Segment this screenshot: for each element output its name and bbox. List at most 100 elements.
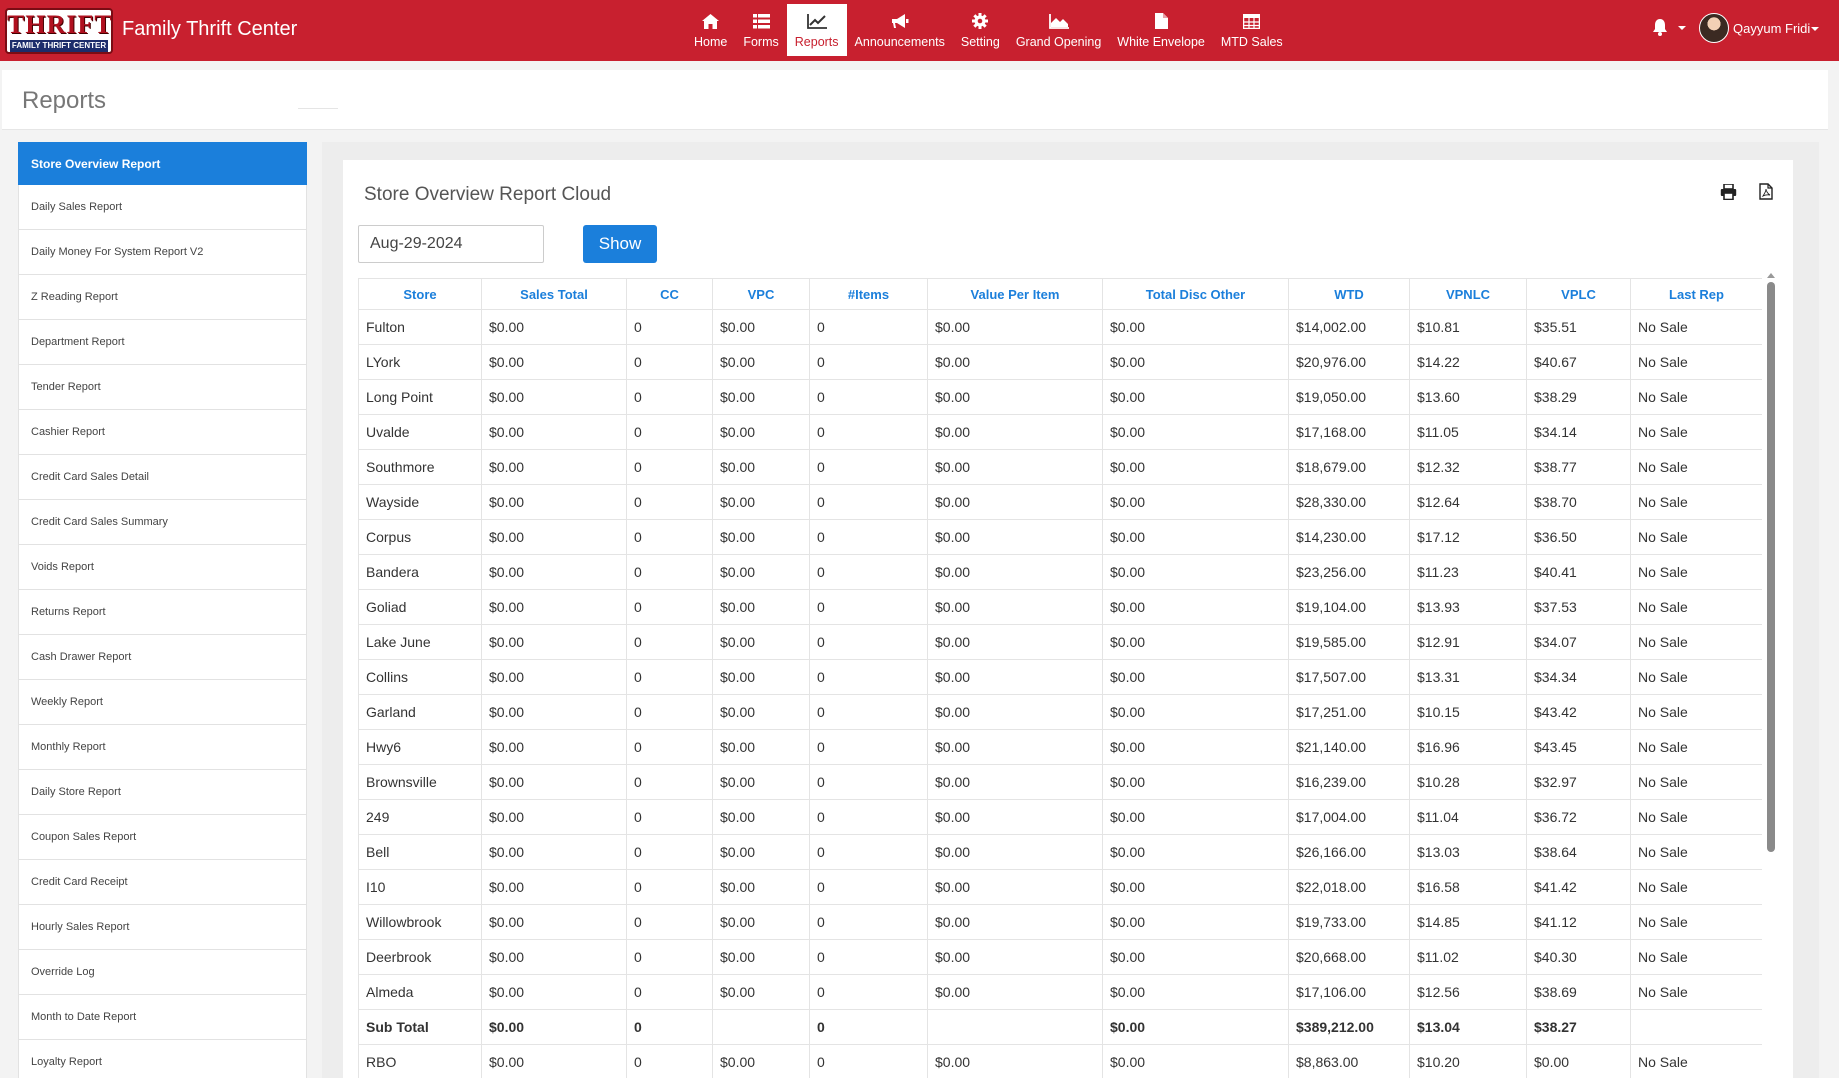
table-cell: $0.00	[712, 869, 810, 905]
nav-reports[interactable]: Reports	[786, 4, 847, 56]
column-header[interactable]: Total Disc Other	[1102, 278, 1289, 310]
table-cell: $19,733.00	[1288, 904, 1410, 940]
table-cell: No Sale	[1630, 414, 1762, 450]
nav-setting[interactable]: Setting	[953, 4, 1008, 56]
print-icon[interactable]	[1720, 183, 1737, 205]
table-row: Long Point $0.00 0 $0.00 0 $0.00 $0.00 $19,050.…	[358, 379, 1762, 415]
sidebar-item[interactable]: Z Reading Report	[18, 275, 307, 320]
table-header-row: Store Sales Total CC VPC #Items Value Per Ite…	[358, 278, 1762, 310]
column-header[interactable]: Sales Total	[481, 278, 627, 310]
table-row: Wayside $0.00 0 $0.00 0 $0.00 $0.00 $28,330.00 $…	[358, 484, 1762, 520]
table-cell: No Sale	[1630, 344, 1762, 380]
table-row: Brownsville $0.00 0 $0.00 0 $0.00 $0.00 $16,239…	[358, 764, 1762, 800]
table-cell: $0.00	[1102, 834, 1289, 870]
table-cell: $13.31	[1409, 659, 1527, 695]
table-cell: $0.00	[712, 729, 810, 765]
table-cell: $0.00	[481, 729, 627, 765]
table-cell: $16,239.00	[1288, 764, 1410, 800]
column-header[interactable]: VPNLC	[1409, 278, 1527, 310]
column-header[interactable]: VPC	[712, 278, 810, 310]
sidebar-item[interactable]: Cash Drawer Report	[18, 635, 307, 680]
column-header[interactable]: #Items	[809, 278, 928, 310]
table-cell: 0	[626, 414, 713, 450]
user-menu-caret-icon[interactable]	[1811, 27, 1819, 31]
table-cell: 0	[809, 694, 928, 730]
scroll-up-arrow-icon[interactable]	[1767, 273, 1775, 278]
user-name[interactable]: Qayyum Fridi	[1733, 21, 1810, 36]
scrollbar-thumb[interactable]	[1767, 282, 1775, 852]
column-header[interactable]: CC	[626, 278, 713, 310]
table-cell: 0	[626, 589, 713, 625]
pdf-icon[interactable]	[1759, 183, 1773, 205]
nav-white-envelope[interactable]: White Envelope	[1109, 4, 1213, 56]
table-cell: 0	[626, 729, 713, 765]
sidebar-item[interactable]: Voids Report	[18, 545, 307, 590]
sidebar-item[interactable]: Hourly Sales Report	[18, 905, 307, 950]
table-row: Garland $0.00 0 $0.00 0 $0.00 $0.00 $17,251.00 $…	[358, 694, 1762, 730]
table-cell: $0.00	[1102, 694, 1289, 730]
nav-forms[interactable]: Forms	[735, 4, 786, 56]
column-header[interactable]: WTD	[1288, 278, 1410, 310]
show-button[interactable]: Show	[583, 225, 657, 263]
sidebar-item[interactable]: Returns Report	[18, 590, 307, 635]
sidebar-item[interactable]: Weekly Report	[18, 680, 307, 725]
table-cell: $0.00	[927, 974, 1103, 1010]
avatar[interactable]	[1699, 13, 1729, 43]
table-cell: 0	[809, 1009, 928, 1045]
column-header[interactable]: VPLC	[1526, 278, 1631, 310]
sidebar-item[interactable]: Credit Card Sales Summary	[18, 500, 307, 545]
sidebar-item[interactable]: Cashier Report	[18, 410, 307, 455]
sidebar-item[interactable]: Loyalty Report	[18, 1040, 307, 1078]
table-cell: $0.00	[712, 589, 810, 625]
nav-home[interactable]: Home	[686, 4, 735, 56]
sidebar-item[interactable]: Credit Card Sales Detail	[18, 455, 307, 500]
nav-announcements[interactable]: Announcements	[847, 4, 953, 56]
bullhorn-icon	[891, 12, 909, 30]
bell-icon[interactable]	[1652, 19, 1668, 41]
column-header[interactable]: Last Rep	[1630, 278, 1762, 310]
table-cell: No Sale	[1630, 904, 1762, 940]
notifications-caret-icon[interactable]	[1678, 26, 1686, 30]
sidebar-item[interactable]: Tender Report	[18, 365, 307, 410]
line-chart-icon	[806, 12, 827, 30]
nav-mtd-sales[interactable]: MTD Sales	[1213, 4, 1291, 56]
sidebar-item[interactable]: Daily Sales Report	[18, 185, 307, 230]
table-cell: $17,004.00	[1288, 799, 1410, 835]
sidebar-item[interactable]: Daily Store Report	[18, 770, 307, 815]
table-cell: 0	[809, 484, 928, 520]
table-cell: $14.85	[1409, 904, 1527, 940]
table-cell: No Sale	[1630, 624, 1762, 660]
table-cell: $0.00	[927, 694, 1103, 730]
table-cell: $0.00	[481, 869, 627, 905]
sidebar-item[interactable]: Department Report	[18, 320, 307, 365]
sidebar-item[interactable]: Daily Money For System Report V2	[18, 230, 307, 275]
sidebar-item[interactable]: Month to Date Report	[18, 995, 307, 1040]
thrift-logo[interactable]: THRIFT FAMILY THRIFT CENTER	[5, 8, 113, 54]
table-cell: 0	[809, 904, 928, 940]
table-cell: Collins	[358, 659, 482, 695]
sidebar-item[interactable]: Store Overview Report	[18, 142, 307, 185]
table-cell: 0	[809, 764, 928, 800]
table-cell: $0.00	[927, 834, 1103, 870]
table-cell: No Sale	[1630, 694, 1762, 730]
table-cell: $0.00	[1526, 1044, 1631, 1078]
table-cell: Hwy6	[358, 729, 482, 765]
column-header[interactable]: Store	[358, 278, 482, 310]
table-cell: $0.00	[1102, 309, 1289, 345]
sidebar-item[interactable]: Coupon Sales Report	[18, 815, 307, 860]
sidebar-item[interactable]: Monthly Report	[18, 725, 307, 770]
table-cell: $38.69	[1526, 974, 1631, 1010]
table-cell: $0.00	[481, 1044, 627, 1078]
report-date-input[interactable]	[358, 225, 544, 263]
app-title[interactable]: Family Thrift Center	[122, 18, 297, 41]
table-cell: $0.00	[712, 694, 810, 730]
sidebar-item[interactable]: Credit Card Receipt	[18, 860, 307, 905]
table-cell: $0.00	[481, 834, 627, 870]
table-cell: $0.00	[1102, 484, 1289, 520]
sidebar-item[interactable]: Override Log	[18, 950, 307, 995]
column-header[interactable]: Value Per Item	[927, 278, 1103, 310]
nav-grand-opening[interactable]: Grand Opening	[1008, 4, 1109, 56]
table-cell: $17,106.00	[1288, 974, 1410, 1010]
table-scrollbar[interactable]	[1767, 273, 1775, 1078]
table-cell: $0.00	[1102, 729, 1289, 765]
